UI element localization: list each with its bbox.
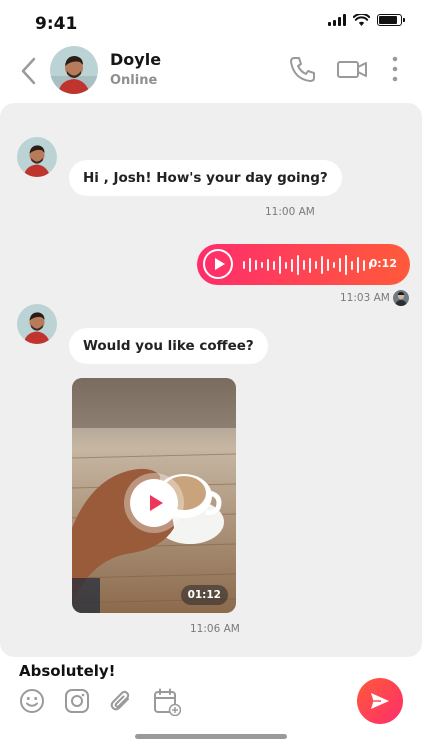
status-time: 9:41 bbox=[35, 14, 78, 34]
send-icon bbox=[371, 693, 389, 709]
waveform bbox=[243, 254, 371, 276]
instagram-icon[interactable] bbox=[64, 688, 90, 714]
battery-level bbox=[379, 16, 397, 24]
contact-avatar[interactable] bbox=[50, 46, 98, 94]
battery-icon bbox=[377, 14, 405, 26]
phone-icon[interactable] bbox=[288, 54, 318, 84]
video-duration: 01:12 bbox=[180, 585, 228, 605]
status-icons bbox=[328, 14, 405, 26]
contact-status: Online bbox=[110, 73, 158, 88]
emoji-icon[interactable] bbox=[19, 688, 45, 714]
more-vertical-icon[interactable] bbox=[388, 54, 402, 84]
video-camera-icon[interactable] bbox=[336, 54, 368, 84]
voice-message[interactable]: 0:12 bbox=[197, 244, 410, 285]
signal-icon bbox=[328, 14, 346, 26]
user-avatar bbox=[393, 290, 409, 306]
message-time: 11:03 AM bbox=[340, 292, 390, 304]
attachment-icon[interactable] bbox=[108, 688, 134, 714]
send-button[interactable] bbox=[357, 678, 403, 724]
contact-avatar-small bbox=[17, 137, 57, 177]
video-message[interactable]: 01:12 bbox=[72, 378, 236, 613]
message-bubble-incoming[interactable]: Hi , Josh! How's your day going? bbox=[69, 160, 342, 196]
wifi-icon bbox=[353, 14, 370, 26]
message-time: 11:00 AM bbox=[265, 206, 315, 218]
home-indicator bbox=[135, 734, 287, 739]
contact-avatar-small bbox=[17, 304, 57, 344]
back-icon[interactable] bbox=[18, 56, 40, 86]
calendar-add-icon[interactable] bbox=[153, 688, 181, 716]
voice-duration: 0:12 bbox=[369, 257, 397, 270]
chat-header: Doyle Online bbox=[0, 46, 422, 96]
message-bubble-incoming[interactable]: Would you like coffee? bbox=[69, 328, 268, 364]
status-bar: 9:41 bbox=[0, 0, 422, 46]
contact-name: Doyle bbox=[110, 50, 162, 69]
message-input[interactable] bbox=[19, 662, 339, 680]
play-icon[interactable] bbox=[203, 249, 233, 279]
message-time: 11:06 AM bbox=[190, 623, 240, 635]
play-icon[interactable] bbox=[130, 479, 178, 527]
